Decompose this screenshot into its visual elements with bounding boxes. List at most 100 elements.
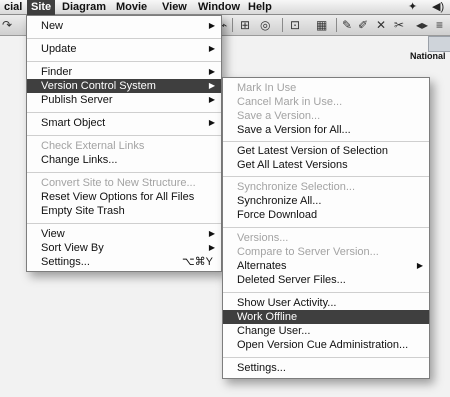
submenu-arrow-icon: ▶ (208, 81, 215, 90)
pen-icon[interactable]: ✎ (342, 18, 352, 32)
menu-item-get-all-latest-versions[interactable]: Get All Latest Versions (223, 158, 429, 172)
menu-item-label: Empty Site Trash (41, 205, 125, 217)
submenu-arrow-icon: ▶ (208, 229, 215, 238)
menu-item-label: Open Version Cue Administration... (237, 339, 409, 351)
menu-item-label: Cancel Mark in Use... (237, 96, 343, 108)
menu-help[interactable]: Help (244, 0, 276, 15)
menu-item-label: Synchronize Selection... (237, 181, 356, 193)
menu-item-publish-server[interactable]: Publish Server ▶ (27, 93, 221, 107)
menu-separator (223, 227, 429, 228)
menu-item-label: Get Latest Version of Selection (237, 145, 389, 157)
menu-item-label: Sort View By (41, 242, 104, 254)
menu-item-label: Versions... (237, 232, 289, 244)
submenu-arrow-icon: ▶ (208, 95, 215, 104)
menu-item-label: Show User Activity... (237, 297, 337, 309)
menu-item-label: Check External Links (41, 140, 145, 152)
arrows-icon[interactable]: ◂▸ (416, 18, 428, 32)
menu-item-synchronize-all[interactable]: Synchronize All... (223, 194, 429, 208)
target-icon[interactable]: ◎ (260, 18, 270, 32)
menu-item-update[interactable]: Update ▶ (27, 42, 221, 56)
menu-item-label: Version Control System (41, 80, 156, 92)
submenu-arrow-icon: ▶ (208, 67, 215, 76)
menu-item-version-control-system[interactable]: Version Control System ▶ (27, 79, 221, 93)
menu-item-force-download[interactable]: Force Download (223, 208, 429, 222)
menu-separator (27, 38, 221, 39)
menu-item-label: Force Download (237, 209, 318, 221)
menu-icon[interactable]: ≡ (436, 18, 443, 32)
menu-item-label: Change Links... (41, 154, 118, 166)
menu-item-smart-object[interactable]: Smart Object ▶ (27, 116, 221, 130)
menu-movie[interactable]: Movie (112, 0, 151, 15)
menu-item-show-user-activity[interactable]: Show User Activity... (223, 296, 429, 310)
page-icon[interactable]: ⊡ (290, 18, 300, 32)
scissors-icon[interactable]: ✂ (394, 18, 404, 32)
menu-separator (27, 172, 221, 173)
menu-item-view[interactable]: View ▶ (27, 227, 221, 241)
server-icon[interactable] (428, 36, 450, 52)
menu-special[interactable]: cial (0, 0, 26, 15)
menu-window[interactable]: Window (194, 0, 244, 15)
menu-item-shortcut: ⌥⌘Y (181, 256, 213, 268)
volume-icon[interactable]: ◀) (432, 0, 444, 15)
menu-item-label: Update (41, 43, 77, 55)
menu-item-mark-in-use[interactable]: Mark In Use (223, 81, 429, 95)
menu-item-label: Reset View Options for All Files (41, 191, 195, 203)
menu-item-empty-site-trash[interactable]: Empty Site Trash (27, 204, 221, 218)
menu-item-label: Convert Site to New Structure... (41, 177, 196, 189)
menu-item-deleted-server-files[interactable]: Deleted Server Files... (223, 273, 429, 287)
menu-item-work-offline[interactable]: Work Offline (223, 310, 429, 324)
toolbar-separator (282, 18, 283, 32)
submenu-arrow-icon: ▶ (208, 118, 215, 127)
menu-item-change-links[interactable]: Change Links... (27, 153, 221, 167)
menu-item-save-version-for-all[interactable]: Save a Version for All... (223, 123, 429, 137)
menu-item-settings[interactable]: Settings... ⌥⌘Y (27, 255, 221, 269)
menu-separator (223, 357, 429, 358)
menu-item-check-external-links[interactable]: Check External Links (27, 139, 221, 153)
tools-icon[interactable]: ✕ (376, 18, 386, 32)
menu-site[interactable]: Site (27, 0, 56, 15)
menu-item-vcs-settings[interactable]: Settings... (223, 361, 429, 375)
submenu-arrow-icon: ▶ (208, 21, 215, 30)
menu-item-new[interactable]: New ▶ (27, 19, 221, 33)
menu-item-label: View (41, 228, 65, 240)
menu-separator (27, 135, 221, 136)
menu-item-label: Publish Server (41, 94, 113, 106)
menu-item-label: Synchronize All... (237, 195, 322, 207)
menu-view[interactable]: View (158, 0, 191, 15)
menu-item-label: New (41, 20, 64, 32)
script-icon[interactable]: ✦ (408, 0, 417, 15)
menu-separator (27, 223, 221, 224)
menu-item-alternates[interactable]: Alternates ▶ (223, 259, 429, 273)
menu-item-label: Deleted Server Files... (237, 274, 346, 286)
menu-separator (223, 141, 429, 142)
menu-item-cancel-mark-in-use[interactable]: Cancel Mark in Use... (223, 95, 429, 109)
component-icon[interactable]: ⊞ (240, 18, 250, 32)
submenu-arrow-icon: ▶ (416, 261, 423, 270)
menu-item-label: Mark In Use (237, 82, 297, 94)
menu-item-compare-to-server-version[interactable]: Compare to Server Version... (223, 245, 429, 259)
grid-icon[interactable]: ▦ (316, 18, 327, 32)
menu-item-label: Settings... (41, 256, 90, 268)
menu-item-change-user[interactable]: Change User... (223, 324, 429, 338)
menu-separator (27, 61, 221, 62)
menu-item-label: Finder (41, 66, 73, 78)
menu-item-label: Change User... (237, 325, 311, 337)
menu-item-open-version-cue-admin[interactable]: Open Version Cue Administration... (223, 338, 429, 352)
menu-item-sort-view-by[interactable]: Sort View By ▶ (27, 241, 221, 255)
menu-diagram[interactable]: Diagram (58, 0, 110, 15)
redo-icon[interactable]: ↷ (2, 18, 12, 32)
menu-item-label: Settings... (237, 362, 286, 374)
menu-separator (27, 112, 221, 113)
version-control-submenu: Mark In Use Cancel Mark in Use... Save a… (222, 77, 430, 379)
menu-item-reset-view-options[interactable]: Reset View Options for All Files (27, 190, 221, 204)
menu-item-synchronize-selection[interactable]: Synchronize Selection... (223, 180, 429, 194)
submenu-arrow-icon: ▶ (208, 44, 215, 53)
pen-add-icon[interactable]: ✐ (358, 18, 368, 32)
menu-bar: cial Site Diagram Movie View Window Help… (0, 0, 450, 15)
menu-item-save-a-version[interactable]: Save a Version... (223, 109, 429, 123)
menu-item-versions[interactable]: Versions... (223, 231, 429, 245)
menu-item-label: Alternates (237, 260, 287, 272)
menu-item-get-latest-version-of-selection[interactable]: Get Latest Version of Selection (223, 144, 429, 158)
menu-item-finder[interactable]: Finder ▶ (27, 65, 221, 79)
menu-item-convert-site[interactable]: Convert Site to New Structure... (27, 176, 221, 190)
